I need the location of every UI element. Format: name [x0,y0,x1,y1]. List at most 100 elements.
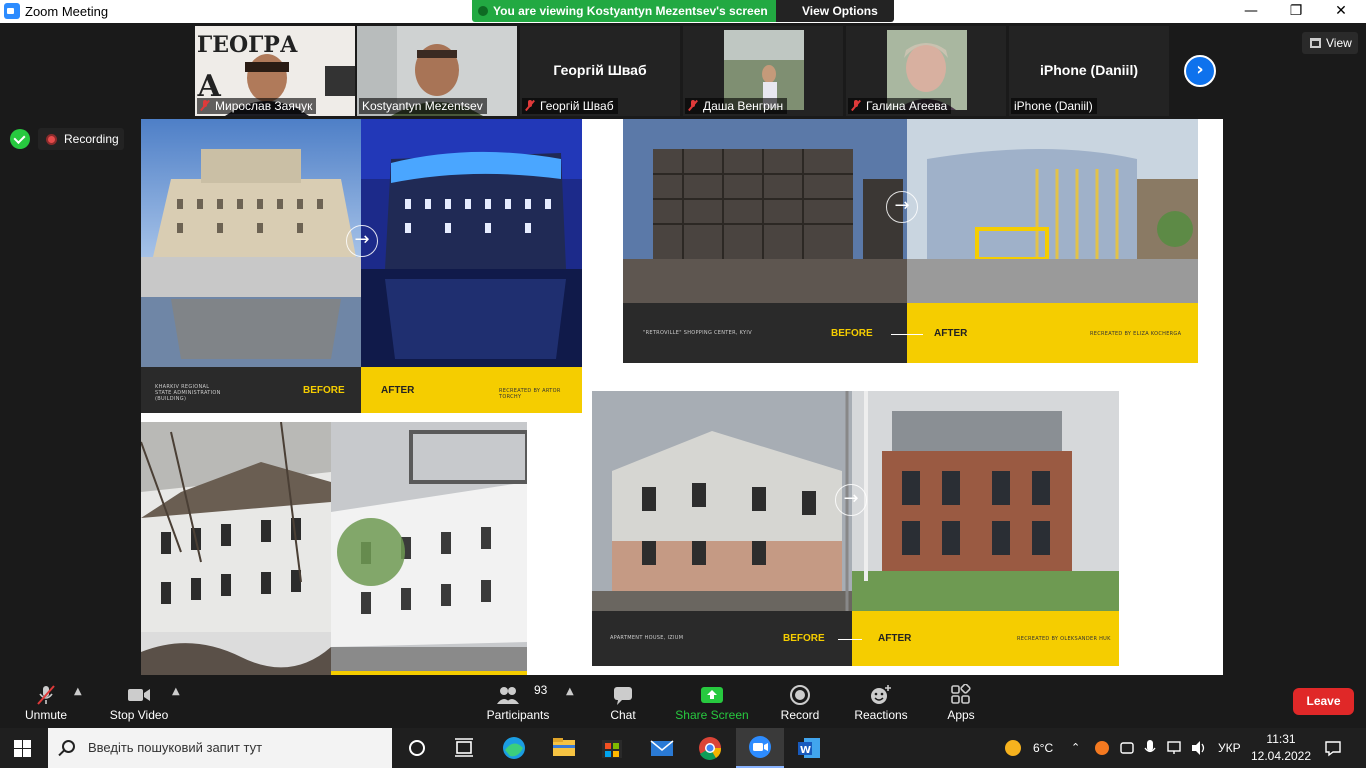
window-title: Zoom Meeting [25,4,109,19]
shared-screen: → KHARKIV REGIONAL STATE ADMINISTRATION … [141,119,1223,675]
participant-tile[interactable]: Даша Венгрин [683,26,843,116]
unmute-button[interactable]: Unmute [16,676,76,728]
participant-name-tag: Галина Агеева [848,98,952,114]
slide-caption: KHARKIV REGIONAL STATE ADMINISTRATION (B… [141,367,582,413]
mail-icon[interactable] [638,728,686,768]
chrome-icon[interactable] [686,728,734,768]
recording-dot-icon [46,134,57,145]
system-clock[interactable]: 11:31 12.04.2022 [1246,731,1316,765]
search-icon [62,740,75,753]
video-options-caret[interactable]: ▲ [172,686,180,697]
participants-options-caret[interactable]: ▲ [566,686,574,697]
arrow-right-icon: → [346,225,378,257]
video-camera-icon [128,689,150,701]
participant-display-name: iPhone (Daniil) [1040,62,1138,78]
audio-options-caret[interactable]: ▲ [74,686,82,697]
windows-start-icon[interactable] [14,740,31,757]
after-photo [331,422,527,675]
windows-taskbar: Введіть пошуковий запит тут W 6°C ⌃ УКР … [0,728,1366,768]
before-photo [141,422,331,675]
apps-button[interactable]: Apps [940,676,982,728]
taskbar-search-input[interactable]: Введіть пошуковий запит тут [48,728,392,768]
mic-muted-icon [851,100,861,111]
slide-caption: "RETROVILLE" SHOPPING CENTER, KYIV BEFOR… [623,303,1198,363]
meeting-toolbar: Unmute ▲ Stop Video ▲ Participants 93 ▲ … [0,676,1366,728]
after-photo [361,119,582,367]
weather-sun-icon[interactable] [1004,739,1022,757]
avast-tray-icon[interactable] [1094,740,1110,756]
record-button[interactable]: Record [774,676,826,728]
arrow-right-icon: → [886,191,918,223]
maximize-button[interactable]: ❐ [1273,0,1319,23]
chat-button[interactable]: Chat [598,676,648,728]
volume-icon[interactable] [1190,740,1208,756]
slide-caption-partial [141,671,527,675]
participant-tile[interactable]: iPhone (Daniil) iPhone (Daniil) [1009,26,1169,116]
participant-name-tag: Kostyantyn Mezentsev [359,98,487,114]
participant-tile-active-speaker[interactable]: Kostyantyn Mezentsev [357,26,517,116]
viewing-banner: You are viewing Kostyantyn Mezentsev's s… [472,0,894,22]
participant-name-tag: Георгій Шваб [522,98,618,114]
record-icon [790,685,810,705]
apps-icon [951,684,971,704]
mic-muted-icon [688,100,698,111]
minimize-button[interactable]: — [1228,0,1274,23]
before-photo [592,391,852,611]
participant-name-tag: iPhone (Daniil) [1011,98,1097,114]
chevron-right-icon: › [1196,59,1204,80]
participant-tile[interactable]: Галина Агеева [846,26,1006,116]
close-button[interactable]: ✕ [1318,0,1364,23]
recording-indicator[interactable]: Recording [38,128,124,150]
svg-text:W: W [800,745,811,756]
zoom-app-icon [4,3,20,19]
mic-muted-icon [525,100,535,111]
camera-tray-icon[interactable] [1119,740,1135,756]
word-icon[interactable]: W [786,728,834,768]
before-photo [141,119,361,367]
weather-temperature[interactable]: 6°C [1033,728,1053,768]
zoom-taskbar-icon[interactable] [736,728,784,768]
participants-count: 93 [534,683,548,697]
participant-tile[interactable]: ГЕОГРА А Мирослав Заячук [195,26,355,116]
edge-browser-icon[interactable] [490,728,538,768]
screen-share-indicator-icon [478,6,488,16]
participant-name-tag: Даша Венгрин [685,98,788,114]
slide-retroville: → "RETROVILLE" SHOPPING CENTER, KYIV BEF… [623,119,1198,363]
smiley-plus-icon [871,685,891,704]
cortana-icon[interactable] [393,728,441,768]
microphone-muted-icon [37,685,55,705]
tray-expand-icon[interactable]: ⌃ [1071,728,1080,768]
slide-white-building [141,422,527,675]
notifications-icon[interactable] [1324,739,1342,757]
stop-video-button[interactable]: Stop Video [104,676,174,728]
encryption-shield-icon[interactable] [10,129,30,149]
after-photo [907,119,1198,303]
reactions-button[interactable]: Reactions [850,676,912,728]
share-screen-button[interactable]: Share Screen [672,676,752,728]
participant-name-tag: Мирослав Заячук [197,98,317,114]
microsoft-store-icon[interactable] [588,728,636,768]
view-button[interactable]: View [1302,32,1358,54]
task-view-icon[interactable] [440,728,488,768]
arrow-right-icon: → [835,484,867,516]
leave-button[interactable]: Leave [1293,688,1354,715]
network-icon[interactable] [1166,740,1184,756]
after-photo [852,391,1119,611]
microphone-tray-icon[interactable] [1143,739,1157,757]
slide-izium: → APARTMENT HOUSE, IZIUM BEFORE AFTER RE… [592,391,1119,666]
svg-text:ГЕОГРА: ГЕОГРА [197,32,298,58]
slide-kharkiv: → KHARKIV REGIONAL STATE ADMINISTRATION … [141,119,582,413]
viewing-message: You are viewing Kostyantyn Mezentsev's s… [493,4,768,18]
view-options-button[interactable]: View Options ▼ [776,0,894,22]
participant-display-name: Георгій Шваб [553,62,647,78]
gallery-view-icon [1310,38,1321,48]
before-photo [623,119,907,303]
file-explorer-icon[interactable] [540,728,588,768]
participant-tile[interactable]: Георгій Шваб Георгій Шваб [520,26,680,116]
slide-caption: APARTMENT HOUSE, IZIUM BEFORE AFTER RECR… [592,611,1119,666]
viewing-status: You are viewing Kostyantyn Mezentsev's s… [472,0,776,22]
next-participants-button[interactable]: › [1184,55,1216,87]
keyboard-language[interactable]: УКР [1218,728,1241,768]
view-options-label: View Options [802,4,878,18]
share-screen-arrow-icon [701,687,723,703]
